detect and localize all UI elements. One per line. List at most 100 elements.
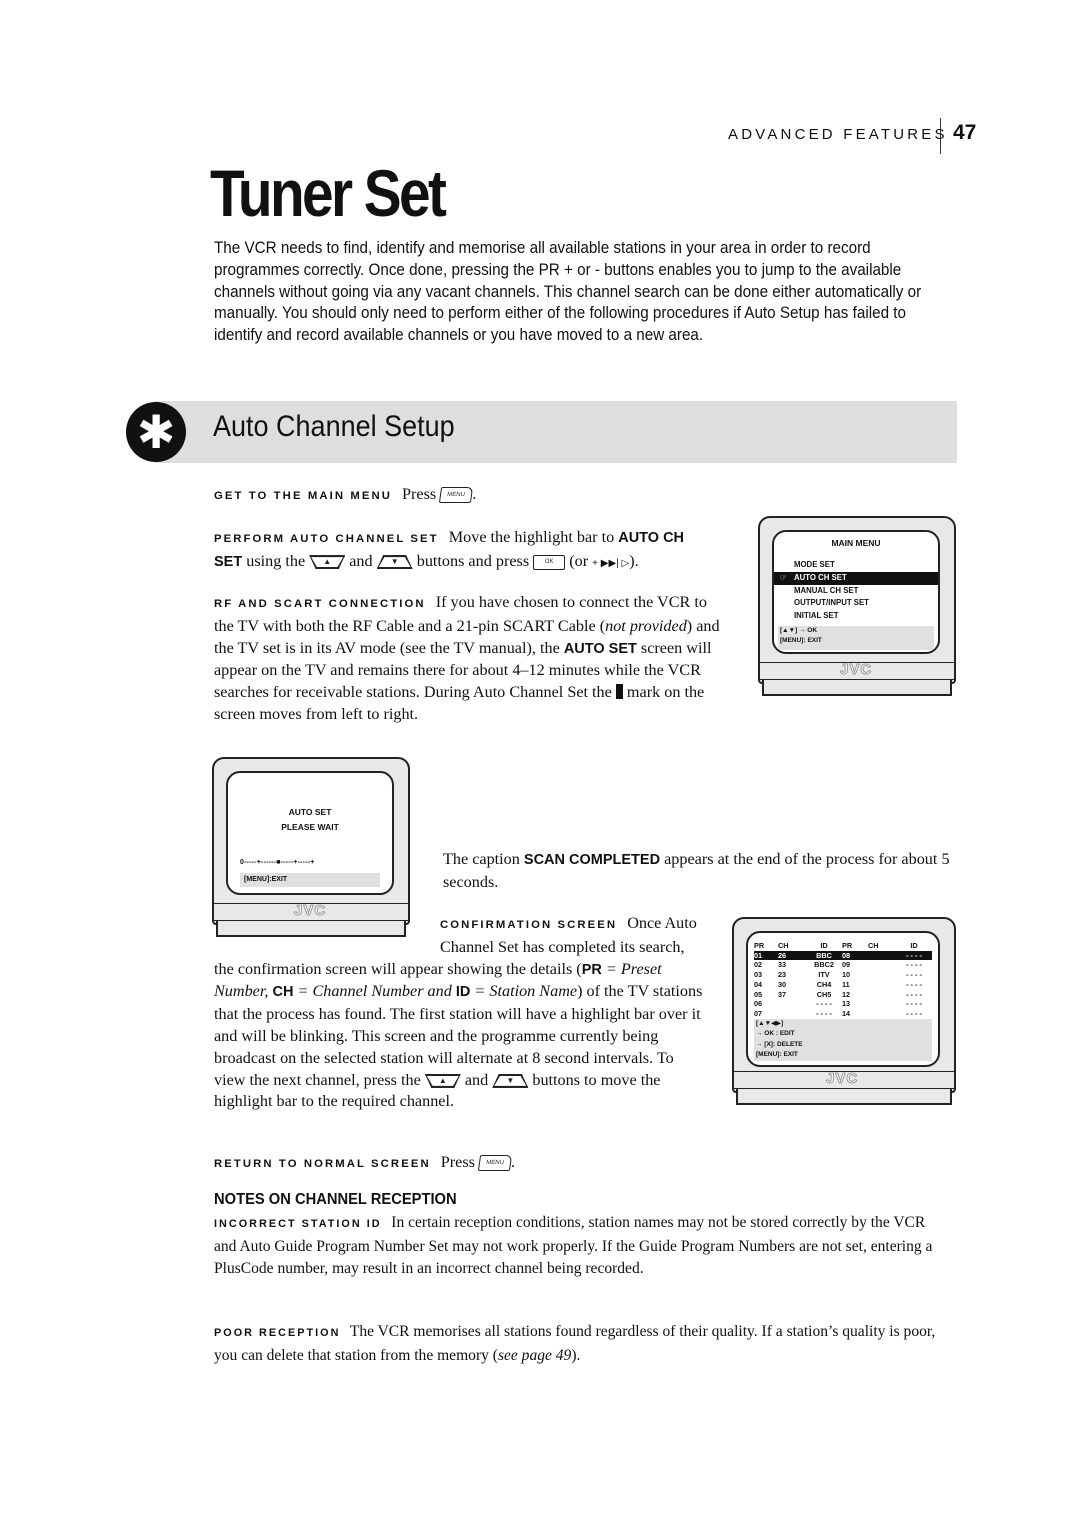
scan-completed-text: The caption SCAN COMPLETED appears at th… — [443, 850, 950, 891]
table-cell — [868, 980, 896, 990]
intro-paragraph: The VCR needs to find, identify and memo… — [214, 239, 922, 345]
osd-menu-item[interactable]: INITIAL SET — [774, 610, 938, 620]
table-cell — [868, 999, 896, 1009]
table-cell: - - - - — [816, 999, 832, 1009]
table-header: PR CH ID PR CH ID — [754, 941, 918, 950]
note-lead: POOR RECEPTION — [214, 1327, 341, 1339]
page-title: Tuner Set — [210, 156, 447, 230]
header-divider — [940, 118, 941, 154]
table-cell: CH4 — [816, 979, 832, 989]
see-page-link[interactable]: see page 49 — [498, 1346, 571, 1364]
pointer-icon: ☞ — [780, 572, 787, 582]
down-button-icon: ▼ — [376, 555, 413, 570]
table-cell: ITV — [818, 970, 830, 980]
table-cell: 09 — [842, 960, 851, 970]
note-incorrect-station-id: INCORRECT STATION ID In certain receptio… — [214, 1213, 933, 1277]
running-head: ADVANCED FEATURES — [728, 126, 948, 143]
page-number: 47 — [953, 121, 977, 144]
table-row[interactable]: 05 37 CH5 12 - - - - — [754, 990, 932, 1000]
table-cell: - - - - — [906, 970, 922, 980]
step-lead: PERFORM AUTO CHANNEL SET — [214, 533, 439, 545]
table-cell: 33 — [778, 960, 787, 970]
table-cell: 13 — [842, 999, 851, 1009]
table-row[interactable]: 04 30 CH4 11 - - - - — [754, 980, 932, 990]
step-main-menu: GET TO THE MAIN MENU Press MENU. — [214, 485, 477, 504]
table-cell: BBC2 — [814, 960, 834, 970]
asterisk-icon: ✱ — [126, 402, 186, 462]
table-cell: BBC — [816, 950, 832, 960]
tv-main-menu: MAIN MENU MODE SET ☞ AUTO CH SET MANUAL … — [758, 516, 956, 702]
menu-button-icon: MENU — [439, 487, 474, 504]
table-cell — [778, 999, 806, 1009]
table-cell — [868, 990, 896, 1000]
skip-play-icon: + ▶▶| ▷ — [592, 557, 630, 569]
table-cell: 10 — [842, 970, 851, 980]
step-lead: GET TO THE MAIN MENU — [214, 490, 392, 502]
note-lead: INCORRECT STATION ID — [214, 1218, 382, 1230]
table-cell: - - - - — [906, 950, 922, 960]
table-cell: 04 — [754, 979, 763, 989]
osd-footer: [MENU]:EXIT — [240, 873, 380, 887]
tv-screen: AUTO SET PLEASE WAIT 0-----+------■-----… — [226, 771, 394, 895]
up-button-icon: ▲ — [424, 1073, 461, 1088]
table-cell: - - - - — [906, 960, 922, 970]
tv-confirmation: PR CH ID PR CH ID 01 26 BBC 08 - - - - 02 33 BB… — [732, 917, 956, 1113]
table-cell: 12 — [842, 989, 851, 999]
table-row[interactable]: 06 - - - - 13 - - - - — [754, 999, 932, 1009]
table-cell — [868, 960, 896, 970]
up-button-icon: ▲ — [309, 555, 346, 570]
osd-menu-item[interactable]: MODE SET — [774, 559, 938, 572]
osd-title: MAIN MENU — [831, 538, 881, 548]
table-cell: 14 — [842, 1008, 851, 1018]
table-cell: 26 — [778, 950, 787, 960]
table-cell — [868, 951, 896, 961]
table-cell: - - - - — [906, 1008, 922, 1018]
table-cell: 37 — [778, 989, 787, 999]
table-row[interactable]: 02 33 BBC2 09 - - - - — [754, 960, 932, 970]
notes-heading: NOTES ON CHANNEL RECEPTION — [214, 1191, 457, 1208]
step-confirmation: CONFIRMATION SCREEN Once Auto Channel Se… — [214, 914, 703, 1111]
table-cell: - - - - — [906, 999, 922, 1009]
step-lead: RF AND SCART CONNECTION — [214, 598, 426, 610]
ok-button-icon: OK — [533, 554, 566, 570]
table-row[interactable]: 07 - - - - 14 - - - - — [754, 1009, 932, 1019]
osd-menu-item-selected[interactable]: ☞ AUTO CH SET — [774, 571, 938, 585]
osd-footer: [▲▼] → OK [MENU]: EXIT — [778, 626, 934, 650]
table-cell: - - - - — [906, 989, 922, 999]
table-cell: 08 — [842, 950, 851, 960]
jvc-logo: JVC — [840, 661, 873, 679]
table-cell: 01 — [754, 950, 763, 960]
table-cell: 06 — [754, 999, 763, 1009]
step-return: RETURN TO NORMAL SCREEN Press MENU. — [214, 1153, 516, 1172]
table-cell: 11 — [842, 979, 850, 989]
table-cell: 30 — [778, 979, 787, 989]
tv-screen: MAIN MENU MODE SET ☞ AUTO CH SET MANUAL … — [772, 530, 940, 654]
osd-please-wait: PLEASE WAIT — [281, 822, 339, 832]
menu-button-icon: MENU — [477, 1155, 513, 1172]
table-cell: CH5 — [816, 989, 832, 999]
step-lead: RETURN TO NORMAL SCREEN — [214, 1158, 431, 1170]
table-cell: 23 — [778, 970, 787, 980]
table-row-selected[interactable]: 01 26 BBC 08 - - - - — [754, 950, 932, 961]
table-cell: 03 — [754, 970, 763, 980]
table-cell — [868, 1009, 896, 1019]
step-perform: PERFORM AUTO CHANNEL SET Move the highli… — [214, 528, 685, 570]
step-rf-scart: RF AND SCART CONNECTION If you have chos… — [214, 593, 720, 723]
section-title: Auto Channel Setup — [213, 410, 455, 443]
osd-footer: [▲▼◀▶] → OK : EDIT → [X]: DELETE [MENU]:… — [754, 1019, 932, 1061]
osd-menu-item[interactable]: OUTPUT/INPUT SET — [774, 597, 938, 610]
osd-menu-item[interactable]: MANUAL CH SET — [774, 585, 938, 598]
table-cell: 07 — [754, 1008, 763, 1018]
osd-auto-set: AUTO SET — [288, 807, 332, 817]
jvc-logo: JVC — [826, 1070, 859, 1088]
note-poor-reception: POOR RECEPTION The VCR memorises all sta… — [214, 1322, 936, 1364]
progress-mark-icon — [615, 684, 623, 700]
table-cell: - - - - — [906, 979, 922, 989]
step-lead: CONFIRMATION SCREEN — [440, 919, 618, 931]
table-cell: 02 — [754, 960, 763, 970]
table-cell: 05 — [754, 989, 763, 999]
station-table: PR CH ID PR CH ID 01 26 BBC 08 - - - - 02 33 BB… — [754, 941, 932, 1019]
table-row[interactable]: 03 23 ITV 10 - - - - — [754, 970, 932, 980]
table-cell — [868, 970, 896, 980]
down-button-icon: ▼ — [492, 1073, 529, 1088]
